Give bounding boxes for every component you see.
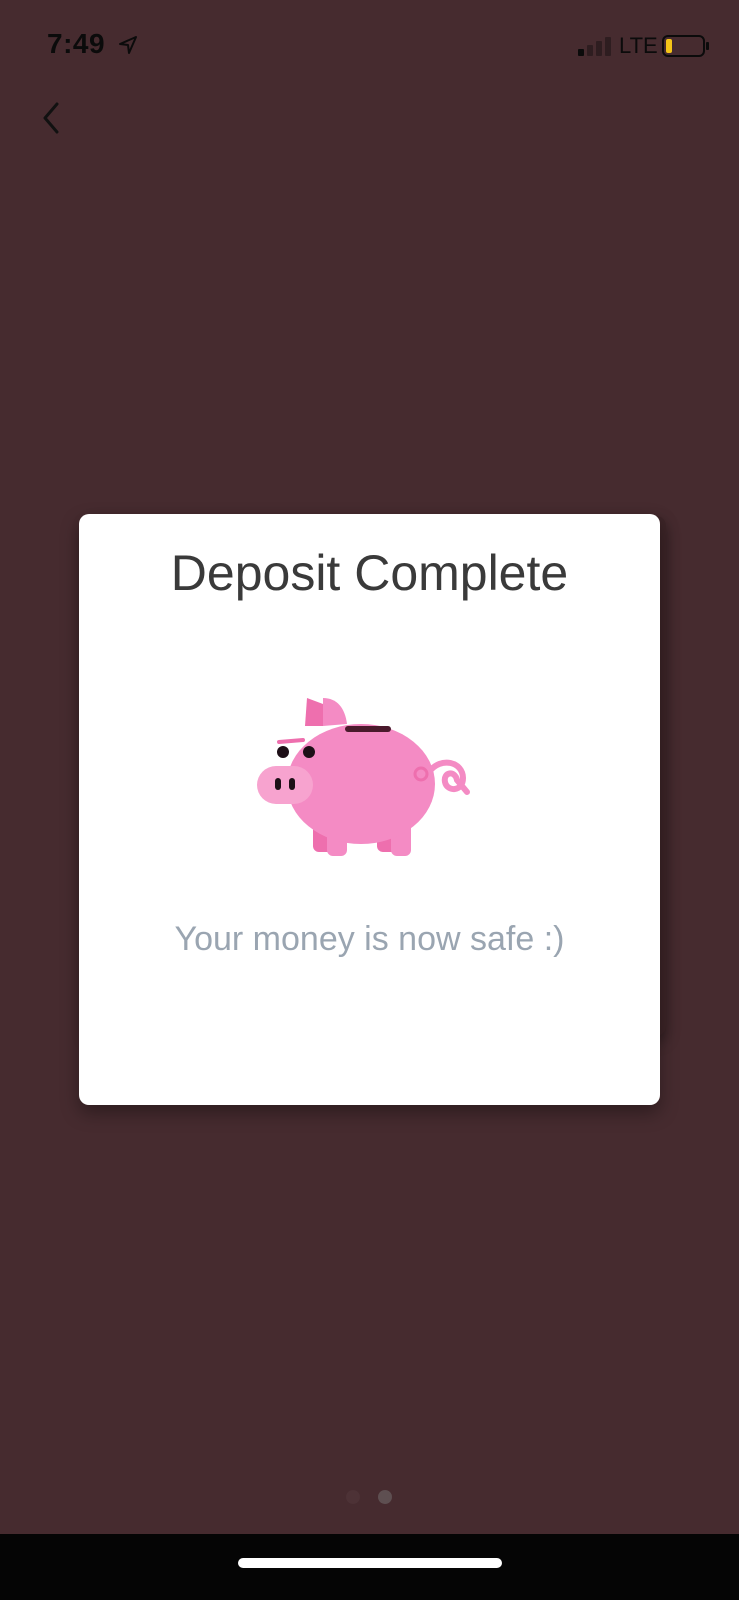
piggy-bank-icon <box>257 698 470 856</box>
status-bar: 7:49 LTE <box>0 0 739 90</box>
location-arrow-icon <box>119 36 137 54</box>
page-dot-2-active[interactable] <box>378 1490 392 1504</box>
screen: 7:49 LTE Deposit Complete Your money is … <box>0 0 739 1600</box>
chevron-left-icon <box>43 102 59 134</box>
status-time: 7:49 <box>47 28 106 59</box>
page-indicator <box>346 1490 396 1506</box>
battery-icon <box>662 35 709 57</box>
home-indicator[interactable] <box>238 1558 502 1568</box>
page-dot-1[interactable] <box>346 1490 360 1504</box>
dialog-message: Your money is now safe :) <box>174 920 565 958</box>
dialog-title: Deposit Complete <box>170 545 569 601</box>
network-label: LTE <box>619 33 658 58</box>
back-button[interactable] <box>30 96 74 140</box>
home-bar-area <box>0 1534 739 1600</box>
signal-icon <box>578 37 611 56</box>
deposit-complete-dialog: Deposit Complete Your money is now safe … <box>79 514 660 1105</box>
